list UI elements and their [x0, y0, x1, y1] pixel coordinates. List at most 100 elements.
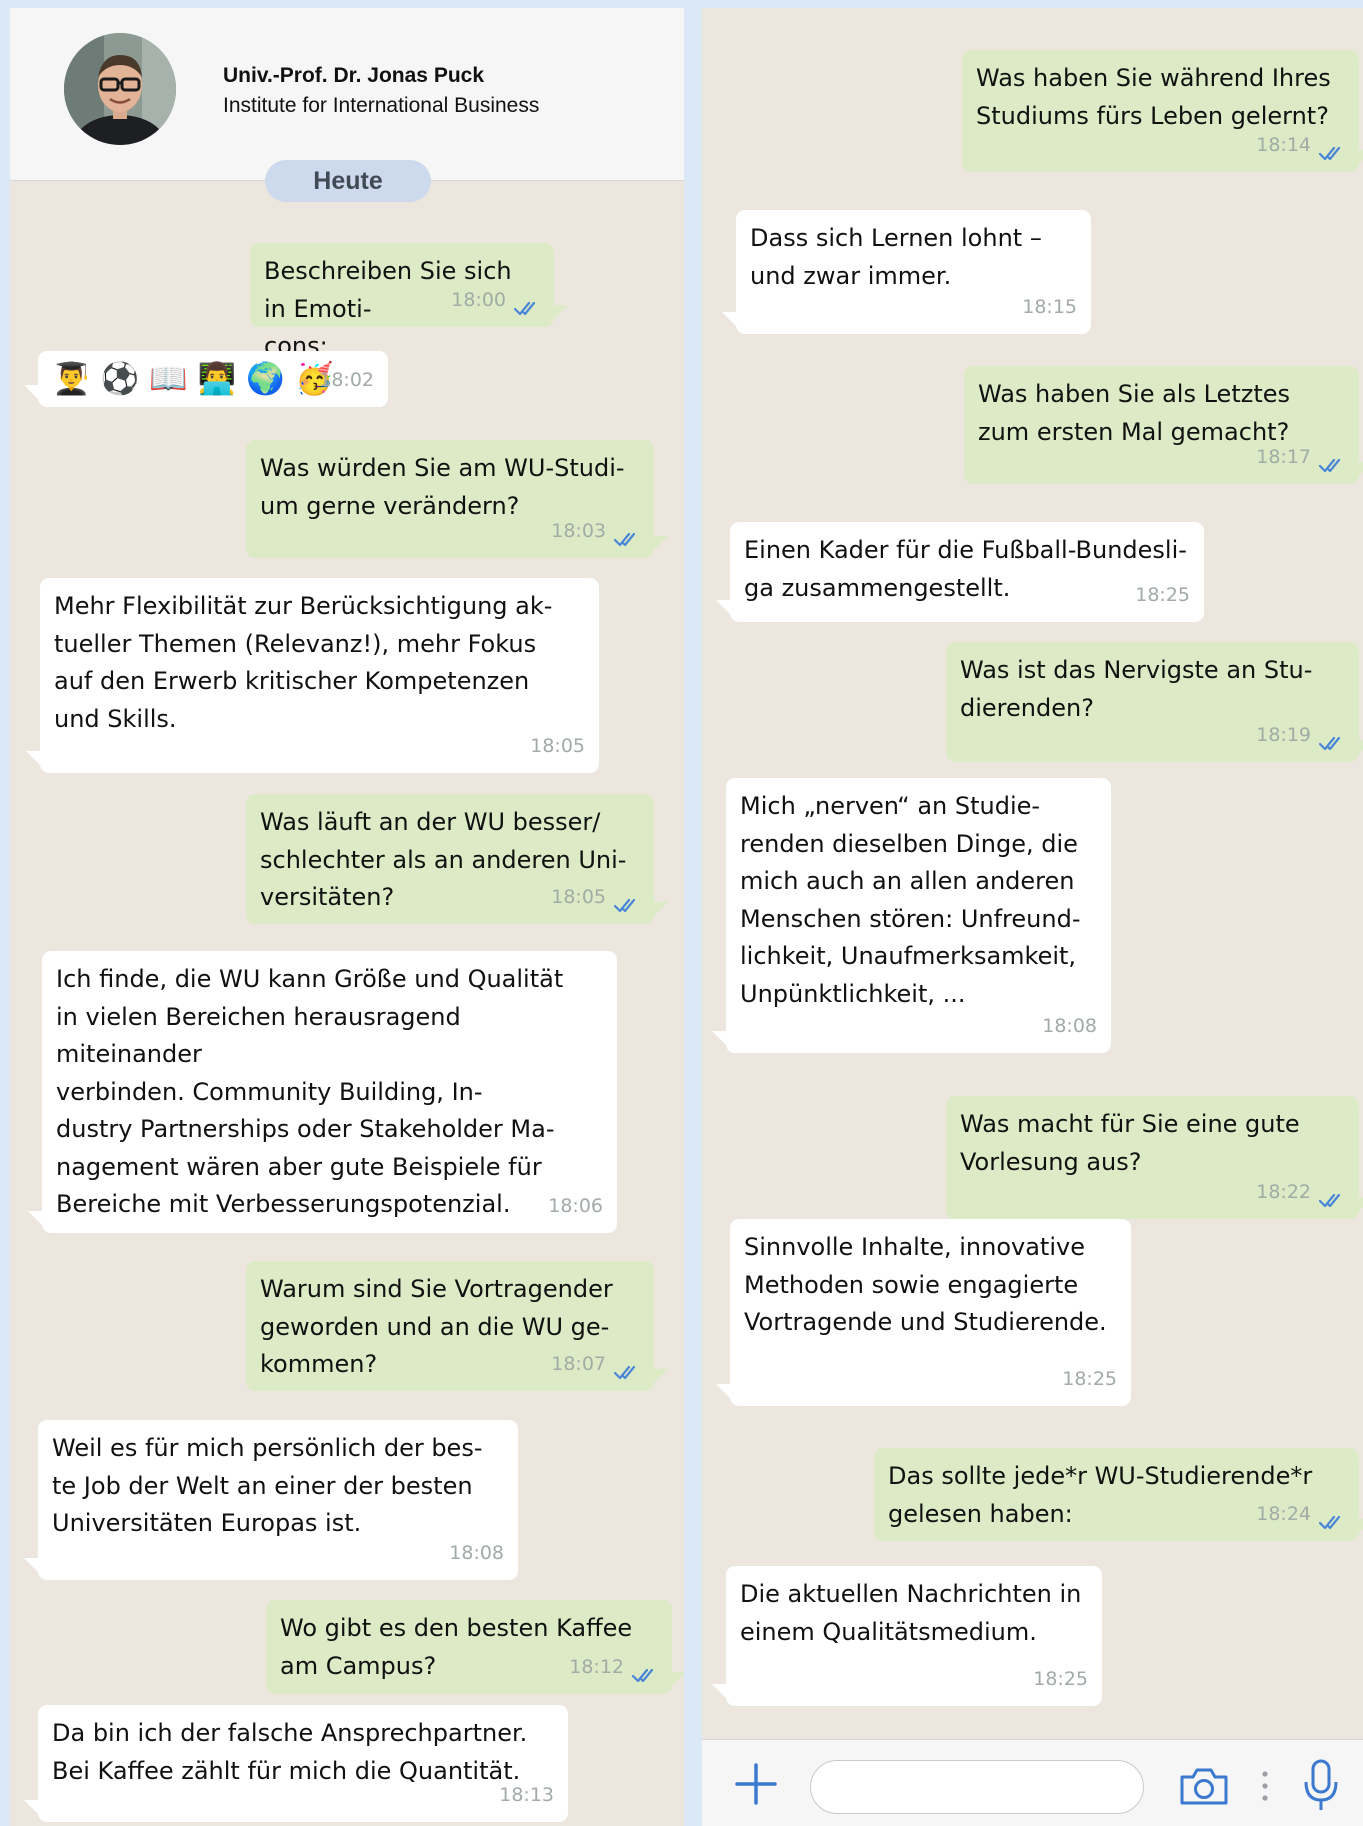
message-text: Was macht für Sie eine gute Vorlesung au…	[960, 1110, 1300, 1176]
message-time: 18:06	[548, 1194, 603, 1217]
outgoing-message[interactable]: Wo gibt es den besten Kaffee am Campus? 1…	[266, 1600, 684, 1694]
incoming-message[interactable]: Dass sich Lernen lohnt – und zwar immer.…	[722, 210, 1091, 334]
incoming-message[interactable]: Sinnvolle Inhalte, innovative Methoden s…	[716, 1219, 1131, 1406]
message-time: 18:12	[569, 1655, 624, 1678]
read-check-icon	[613, 1356, 640, 1380]
message-meta: 18:17	[1256, 439, 1345, 477]
message-meta: 18:06	[548, 1188, 603, 1226]
outgoing-message[interactable]: Was macht für Sie eine gute Vorlesung au…	[946, 1096, 1363, 1219]
bubble-tail	[654, 1369, 668, 1383]
bubble-tail	[1359, 740, 1363, 754]
message-meta: 18:12	[569, 1649, 658, 1687]
avatar[interactable]	[64, 33, 176, 145]
incoming-message[interactable]: Einen Kader für die Fußball-Bundesli- ga…	[716, 522, 1204, 622]
outgoing-message[interactable]: Das sollte jede*r WU-Studierende*r geles…	[874, 1448, 1363, 1541]
bubble-tail	[712, 1031, 726, 1045]
message-meta: 18:15	[1022, 289, 1077, 327]
message-time: 18:25	[1135, 583, 1190, 606]
outgoing-message[interactable]: Was haben Sie während Ihres Studiums für…	[962, 50, 1363, 172]
message-meta: 18:00	[451, 282, 540, 320]
message-text: Da bin ich der falsche Ansprechpartner. …	[52, 1719, 528, 1785]
outgoing-message[interactable]: Was läuft an der WU besser/ schlechter a…	[246, 794, 668, 924]
emoji-text: 👨‍🎓⚽📖👨‍💻🌍🥳	[52, 361, 344, 397]
message-meta: 18:08	[449, 1535, 504, 1573]
microphone-icon[interactable]	[1301, 1758, 1341, 1814]
bubble-tail	[1359, 462, 1363, 476]
date-divider: Heute	[265, 160, 431, 202]
message-text: Ich finde, die WU kann Größe und Qualitä…	[56, 965, 564, 1218]
incoming-message[interactable]: Mehr Flexibilität zur Berücksichtigung a…	[26, 578, 599, 773]
message-time: 18:02	[319, 368, 374, 391]
message-composer	[702, 1739, 1363, 1826]
message-text: Mich „nerven“ an Studie- renden dieselbe…	[740, 792, 1081, 1008]
message-meta: 18:19	[1256, 717, 1345, 755]
read-check-icon	[613, 523, 640, 547]
read-check-icon	[513, 292, 540, 316]
message-meta: 18:25	[1135, 577, 1190, 615]
chat-panel-left: Univ.-Prof. Dr. Jonas Puck Institute for…	[10, 8, 684, 1826]
bubble-tail	[26, 751, 40, 765]
incoming-message[interactable]: Mich „nerven“ an Studie- renden dieselbe…	[712, 778, 1111, 1053]
message-text: Sinnvolle Inhalte, innovative Methoden s…	[744, 1233, 1107, 1336]
outgoing-message[interactable]: Beschreiben Sie sich in Emoti- cons: 18:0…	[250, 243, 568, 360]
bubble-tail	[716, 600, 730, 614]
message-meta: 18:25	[1033, 1661, 1088, 1699]
message-time: 18:00	[451, 288, 506, 311]
message-text: Weil es für mich persönlich der bes- te …	[52, 1434, 483, 1537]
outgoing-message[interactable]: Was würden Sie am WU-Studi- um gerne ver…	[246, 440, 668, 558]
message-text: Dass sich Lernen lohnt – und zwar immer.	[750, 224, 1042, 290]
message-time: 18:03	[551, 519, 606, 542]
more-dots-icon[interactable]	[1261, 1769, 1269, 1803]
read-check-icon	[1318, 727, 1345, 751]
incoming-message[interactable]: Ich finde, die WU kann Größe und Qualitä…	[28, 951, 617, 1233]
message-time: 18:24	[1256, 1502, 1311, 1525]
message-meta: 18:13	[499, 1777, 554, 1815]
message-meta: 18:22	[1256, 1174, 1345, 1212]
message-time: 18:22	[1256, 1180, 1311, 1203]
incoming-message[interactable]: 👨‍🎓⚽📖👨‍💻🌍🥳 18:02	[24, 351, 388, 407]
bubble-tail	[654, 536, 668, 550]
bubble-tail	[654, 902, 668, 916]
message-time: 18:05	[551, 885, 606, 908]
bubble-tail	[24, 1800, 38, 1814]
message-text: Die aktuellen Nachrichten in einem Quali…	[740, 1580, 1082, 1646]
bubble-tail	[24, 385, 38, 399]
incoming-message[interactable]: Weil es für mich persönlich der bes- te …	[24, 1420, 518, 1580]
message-text: Mehr Flexibilität zur Berücksichtigung a…	[54, 592, 553, 733]
message-time: 18:25	[1033, 1667, 1088, 1690]
bubble-tail	[554, 305, 568, 319]
bubble-tail	[722, 312, 736, 326]
chat-header[interactable]: Univ.-Prof. Dr. Jonas Puck Institute for…	[10, 8, 684, 181]
outgoing-message[interactable]: Was ist das Nervigste an Stu- dierenden?…	[946, 642, 1363, 762]
message-meta: 18:08	[1042, 1008, 1097, 1046]
message-meta: 18:05	[530, 728, 585, 766]
incoming-message[interactable]: Die aktuellen Nachrichten in einem Quali…	[712, 1566, 1102, 1706]
outgoing-message[interactable]: Was haben Sie als Letztes zum ersten Mal…	[964, 366, 1363, 484]
message-meta: 18:14	[1256, 127, 1345, 165]
bubble-tail	[28, 1211, 42, 1225]
bubble-tail	[712, 1684, 726, 1698]
bubble-tail	[24, 1558, 38, 1572]
outgoing-message[interactable]: Warum sind Sie Vortragender geworden und…	[246, 1261, 668, 1391]
message-text: Was haben Sie während Ihres Studiums für…	[976, 64, 1331, 130]
chat-panel-right: Was haben Sie während Ihres Studiums für…	[702, 8, 1363, 1826]
message-input[interactable]	[810, 1760, 1144, 1814]
read-check-icon	[631, 1659, 658, 1683]
read-check-icon	[1318, 137, 1345, 161]
message-time: 18:08	[1042, 1014, 1097, 1037]
bubble-tail	[672, 1672, 684, 1686]
message-meta: 18:03	[551, 513, 640, 551]
message-time: 18:05	[530, 734, 585, 757]
message-meta: 18:25	[1062, 1361, 1117, 1399]
incoming-message[interactable]: Da bin ich der falsche Ansprechpartner. …	[24, 1705, 568, 1822]
camera-icon[interactable]	[1178, 1765, 1230, 1807]
message-time: 18:25	[1062, 1367, 1117, 1390]
message-meta: 18:24	[1256, 1496, 1345, 1534]
bubble-tail	[1359, 150, 1363, 164]
message-time: 18:08	[449, 1541, 504, 1564]
message-time: 18:17	[1256, 445, 1311, 468]
plus-icon[interactable]	[735, 1763, 777, 1805]
message-text: Einen Kader für die Fußball-Bundesli- ga…	[744, 536, 1187, 602]
message-meta: 18:05	[551, 879, 640, 917]
message-meta: 18:02	[319, 362, 374, 400]
